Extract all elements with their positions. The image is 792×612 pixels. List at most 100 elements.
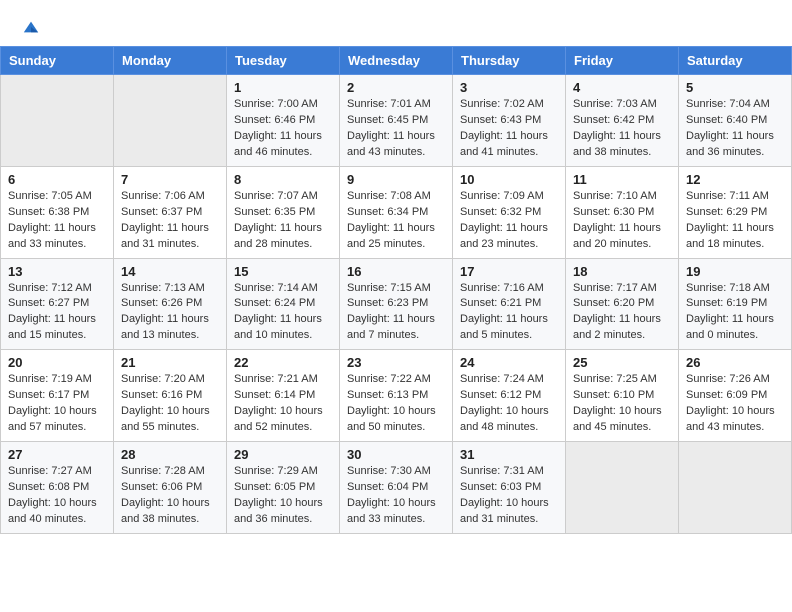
day-info: Sunrise: 7:20 AMSunset: 6:16 PMDaylight:… (121, 372, 219, 436)
day-number: 16 (347, 264, 445, 279)
day-cell: 17 Sunrise: 7:16 AMSunset: 6:21 PMDayligh… (453, 258, 566, 350)
day-info: Sunrise: 7:22 AMSunset: 6:13 PMDaylight:… (347, 372, 445, 436)
weekday-header-tuesday: Tuesday (227, 47, 340, 75)
day-cell: 20Sunrise: 7:19 AMSunset: 6:17 PMDayligh… (1, 350, 114, 442)
day-cell: 27 Sunrise: 7:27 AMSunset: 6:08 PMDayligh… (1, 442, 114, 534)
day-info: Sunrise: 7:13 AMSunset: 6:26 PMDaylight:… (121, 281, 219, 345)
day-number: 8 (234, 172, 332, 187)
weekday-header-wednesday: Wednesday (340, 47, 453, 75)
day-cell (1, 75, 114, 167)
logo (20, 18, 40, 36)
day-info: Sunrise: 7:08 AMSunset: 6:34 PMDaylight:… (347, 189, 445, 253)
day-info: Sunrise: 7:15 AMSunset: 6:23 PMDaylight:… (347, 281, 445, 345)
day-cell (566, 442, 679, 534)
day-cell: 30 Sunrise: 7:30 AMSunset: 6:04 PMDayligh… (340, 442, 453, 534)
day-cell: 19Sunrise: 7:18 AMSunset: 6:19 PMDayligh… (679, 258, 792, 350)
day-number: 6 (8, 172, 106, 187)
day-number: 13 (8, 264, 106, 279)
day-number: 18 (573, 264, 671, 279)
weekday-header-saturday: Saturday (679, 47, 792, 75)
day-cell: 29 Sunrise: 7:29 AMSunset: 6:05 PMDayligh… (227, 442, 340, 534)
day-cell: 1 Sunrise: 7:00 AMSunset: 6:46 PMDaylight… (227, 75, 340, 167)
day-info: Sunrise: 7:29 AMSunset: 6:05 PMDaylight:… (234, 464, 332, 528)
day-cell: 24Sunrise: 7:24 AMSunset: 6:12 PMDayligh… (453, 350, 566, 442)
day-cell: 5 Sunrise: 7:04 AMSunset: 6:40 PMDaylight… (679, 75, 792, 167)
weekday-header-monday: Monday (114, 47, 227, 75)
day-cell: 22 Sunrise: 7:21 AMSunset: 6:14 PMDayligh… (227, 350, 340, 442)
day-number: 24 (460, 355, 558, 370)
day-cell: 10 Sunrise: 7:09 AMSunset: 6:32 PMDayligh… (453, 166, 566, 258)
day-cell: 9 Sunrise: 7:08 AMSunset: 6:34 PMDaylight… (340, 166, 453, 258)
day-cell: 7Sunrise: 7:06 AMSunset: 6:37 PMDaylight… (114, 166, 227, 258)
calendar-table: SundayMondayTuesdayWednesdayThursdayFrid… (0, 46, 792, 534)
day-cell: 2Sunrise: 7:01 AMSunset: 6:45 PMDaylight… (340, 75, 453, 167)
day-number: 30 (347, 447, 445, 462)
weekday-header-friday: Friday (566, 47, 679, 75)
day-info: Sunrise: 7:05 AMSunset: 6:38 PMDaylight:… (8, 189, 106, 253)
day-cell (114, 75, 227, 167)
day-cell: 15 Sunrise: 7:14 AMSunset: 6:24 PMDayligh… (227, 258, 340, 350)
day-cell: 12 Sunrise: 7:11 AMSunset: 6:29 PMDayligh… (679, 166, 792, 258)
day-number: 20 (8, 355, 106, 370)
day-info: Sunrise: 7:14 AMSunset: 6:24 PMDaylight:… (234, 281, 332, 345)
day-info: Sunrise: 7:07 AMSunset: 6:35 PMDaylight:… (234, 189, 332, 253)
day-info: Sunrise: 7:21 AMSunset: 6:14 PMDaylight:… (234, 372, 332, 436)
day-number: 25 (573, 355, 671, 370)
page-header (0, 0, 792, 46)
day-cell: 16 Sunrise: 7:15 AMSunset: 6:23 PMDayligh… (340, 258, 453, 350)
day-info: Sunrise: 7:03 AMSunset: 6:42 PMDaylight:… (573, 97, 671, 161)
day-info: Sunrise: 7:25 AMSunset: 6:10 PMDaylight:… (573, 372, 671, 436)
day-info: Sunrise: 7:02 AMSunset: 6:43 PMDaylight:… (460, 97, 558, 161)
day-cell: 8 Sunrise: 7:07 AMSunset: 6:35 PMDaylight… (227, 166, 340, 258)
day-cell: 3 Sunrise: 7:02 AMSunset: 6:43 PMDaylight… (453, 75, 566, 167)
day-info: Sunrise: 7:27 AMSunset: 6:08 PMDaylight:… (8, 464, 106, 528)
day-number: 26 (686, 355, 784, 370)
day-info: Sunrise: 7:09 AMSunset: 6:32 PMDaylight:… (460, 189, 558, 253)
weekday-header-row: SundayMondayTuesdayWednesdayThursdayFrid… (1, 47, 792, 75)
day-cell: 28Sunrise: 7:28 AMSunset: 6:06 PMDayligh… (114, 442, 227, 534)
day-number: 12 (686, 172, 784, 187)
day-cell: 31 Sunrise: 7:31 AMSunset: 6:03 PMDayligh… (453, 442, 566, 534)
day-info: Sunrise: 7:16 AMSunset: 6:21 PMDaylight:… (460, 281, 558, 345)
day-info: Sunrise: 7:18 AMSunset: 6:19 PMDaylight:… (686, 281, 784, 345)
day-info: Sunrise: 7:31 AMSunset: 6:03 PMDaylight:… (460, 464, 558, 528)
day-number: 22 (234, 355, 332, 370)
day-number: 1 (234, 80, 332, 95)
day-info: Sunrise: 7:01 AMSunset: 6:45 PMDaylight:… (347, 97, 445, 161)
week-row-3: 13 Sunrise: 7:12 AMSunset: 6:27 PMDayligh… (1, 258, 792, 350)
day-cell: 13 Sunrise: 7:12 AMSunset: 6:27 PMDayligh… (1, 258, 114, 350)
day-cell: 18 Sunrise: 7:17 AMSunset: 6:20 PMDayligh… (566, 258, 679, 350)
day-number: 17 (460, 264, 558, 279)
week-row-4: 20Sunrise: 7:19 AMSunset: 6:17 PMDayligh… (1, 350, 792, 442)
day-info: Sunrise: 7:06 AMSunset: 6:37 PMDaylight:… (121, 189, 219, 253)
day-info: Sunrise: 7:30 AMSunset: 6:04 PMDaylight:… (347, 464, 445, 528)
day-cell: 25 Sunrise: 7:25 AMSunset: 6:10 PMDayligh… (566, 350, 679, 442)
day-info: Sunrise: 7:00 AMSunset: 6:46 PMDaylight:… (234, 97, 332, 161)
day-number: 15 (234, 264, 332, 279)
day-info: Sunrise: 7:04 AMSunset: 6:40 PMDaylight:… (686, 97, 784, 161)
day-info: Sunrise: 7:12 AMSunset: 6:27 PMDaylight:… (8, 281, 106, 345)
day-number: 11 (573, 172, 671, 187)
day-number: 4 (573, 80, 671, 95)
day-number: 5 (686, 80, 784, 95)
day-number: 9 (347, 172, 445, 187)
day-number: 10 (460, 172, 558, 187)
day-cell: 21 Sunrise: 7:20 AMSunset: 6:16 PMDayligh… (114, 350, 227, 442)
day-cell: 6 Sunrise: 7:05 AMSunset: 6:38 PMDaylight… (1, 166, 114, 258)
week-row-2: 6 Sunrise: 7:05 AMSunset: 6:38 PMDaylight… (1, 166, 792, 258)
day-number: 31 (460, 447, 558, 462)
week-row-1: 1 Sunrise: 7:00 AMSunset: 6:46 PMDaylight… (1, 75, 792, 167)
day-cell: 23Sunrise: 7:22 AMSunset: 6:13 PMDayligh… (340, 350, 453, 442)
day-cell: 14 Sunrise: 7:13 AMSunset: 6:26 PMDayligh… (114, 258, 227, 350)
day-number: 27 (8, 447, 106, 462)
day-number: 29 (234, 447, 332, 462)
day-number: 3 (460, 80, 558, 95)
week-row-5: 27 Sunrise: 7:27 AMSunset: 6:08 PMDayligh… (1, 442, 792, 534)
day-number: 28 (121, 447, 219, 462)
day-info: Sunrise: 7:26 AMSunset: 6:09 PMDaylight:… (686, 372, 784, 436)
day-number: 14 (121, 264, 219, 279)
day-info: Sunrise: 7:11 AMSunset: 6:29 PMDaylight:… (686, 189, 784, 253)
day-number: 21 (121, 355, 219, 370)
day-info: Sunrise: 7:17 AMSunset: 6:20 PMDaylight:… (573, 281, 671, 345)
day-info: Sunrise: 7:10 AMSunset: 6:30 PMDaylight:… (573, 189, 671, 253)
